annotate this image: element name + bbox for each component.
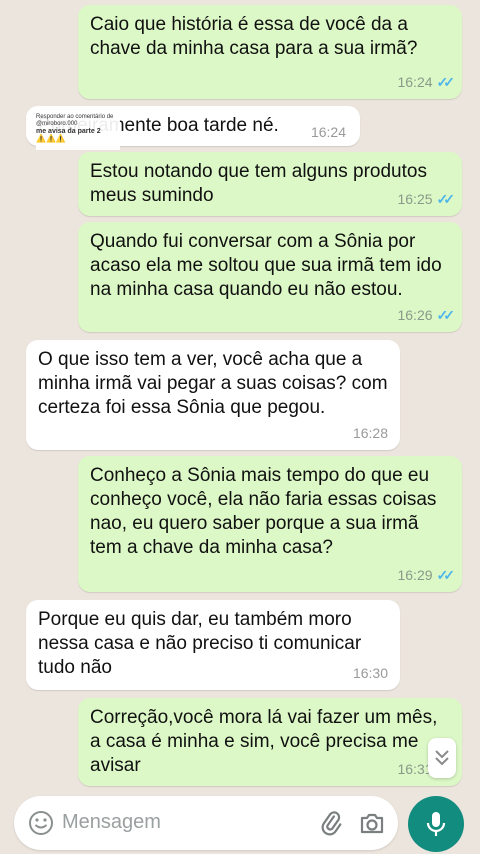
- message-outgoing[interactable]: Caio que história é essa de você da a ch…: [78, 5, 462, 99]
- message-time: 16:25: [397, 191, 433, 207]
- message-composer[interactable]: Mensagem: [14, 796, 398, 850]
- message-outgoing[interactable]: Conheço a Sônia mais tempo do que eu con…: [78, 456, 462, 592]
- double-chevron-down-icon: [435, 750, 449, 766]
- comment-reply-overlay: Responder ao comentário de @miroboro.000…: [36, 114, 120, 150]
- read-ticks-icon: ✓✓: [436, 74, 456, 90]
- message-outgoing[interactable]: Quando fui conversar com a Sônia por aca…: [78, 222, 462, 332]
- message-time: 16:24: [310, 124, 346, 140]
- message-time: 16:24: [397, 74, 433, 90]
- message-text: Correção,você mora lá vai fazer um mês, …: [90, 707, 438, 776]
- camera-icon[interactable]: [358, 810, 386, 836]
- message-text: Estou notando que tem alguns produtos me…: [90, 161, 427, 206]
- overlay-emoji: ⚠️⚠️⚠️: [36, 134, 66, 143]
- message-text: Quando fui conversar com a Sônia por aca…: [90, 231, 442, 300]
- microphone-icon: [426, 812, 446, 836]
- message-text: Porque eu quis dar, eu também moro nessa…: [38, 609, 362, 678]
- message-outgoing[interactable]: Estou notando que tem alguns produtos me…: [78, 152, 462, 216]
- message-time: 16:30: [352, 665, 388, 681]
- message-text: Conheço a Sônia mais tempo do que eu con…: [90, 465, 437, 558]
- message-input[interactable]: Mensagem: [62, 811, 161, 834]
- message-time: 16:29: [397, 567, 433, 583]
- message-text: O que isso tem a ver, você acha que a mi…: [38, 349, 388, 418]
- scroll-to-bottom-button[interactable]: [428, 738, 456, 778]
- overlay-reply-text: Responder ao comentário de @miroboro.000: [36, 114, 114, 127]
- microphone-button[interactable]: [408, 796, 464, 852]
- smiley-icon[interactable]: [28, 810, 54, 836]
- message-time: 16:26: [397, 307, 433, 323]
- message-incoming[interactable]: O que isso tem a ver, você acha que a mi…: [26, 340, 400, 450]
- chat-area[interactable]: Caio que história é essa de você da a ch…: [0, 0, 480, 790]
- message-text: Caio que história é essa de você da a ch…: [90, 14, 418, 59]
- message-outgoing[interactable]: Correção,você mora lá vai fazer um mês, …: [78, 698, 462, 786]
- read-ticks-icon: ✓✓: [436, 307, 456, 323]
- read-ticks-icon: ✓✓: [436, 567, 456, 583]
- message-time: 16:28: [352, 425, 388, 441]
- read-ticks-icon: ✓✓: [436, 191, 456, 207]
- message-incoming[interactable]: Porque eu quis dar, eu também moro nessa…: [26, 600, 400, 690]
- paperclip-icon[interactable]: [318, 810, 344, 836]
